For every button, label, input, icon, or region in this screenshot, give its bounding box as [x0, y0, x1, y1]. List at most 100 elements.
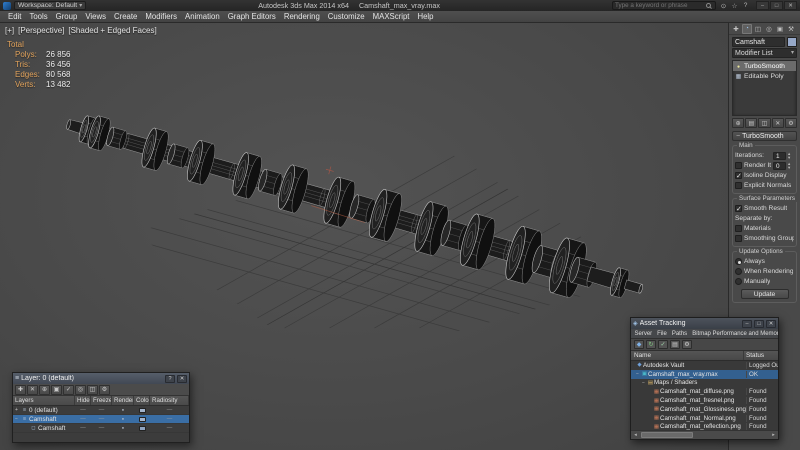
viewport-menu-shading[interactable]: [Shaded + Edged Faces] — [68, 26, 156, 35]
select-layer-objects-icon[interactable] — [51, 385, 62, 395]
maximize-button[interactable] — [754, 320, 764, 328]
create-tab-icon[interactable] — [731, 24, 741, 34]
search-icon[interactable] — [706, 3, 711, 8]
column-header-color[interactable]: Color — [134, 396, 150, 405]
viewport-menu-pov[interactable]: [Perspective] — [18, 26, 64, 35]
minimize-button[interactable] — [756, 1, 769, 10]
layer-color-swatch[interactable] — [139, 408, 146, 413]
menu-item[interactable]: Bitmap Performance and Memory — [690, 331, 778, 337]
iterations-field[interactable]: 1 — [773, 152, 786, 160]
menu-item[interactable]: MAXScript — [369, 11, 414, 23]
asset-row[interactable]: Maps / Shaders — [631, 379, 778, 388]
menu-item[interactable]: Rendering — [280, 11, 324, 23]
radiosity-toggle[interactable] — [150, 425, 189, 431]
asset-row[interactable]: Camshaft_mat_Normal.png Found — [631, 414, 778, 423]
hide-toggle[interactable] — [75, 407, 91, 413]
menu-item[interactable]: Paths — [669, 331, 689, 337]
favorites-star-icon[interactable] — [730, 1, 739, 10]
radiosity-toggle[interactable] — [150, 407, 189, 413]
display-tab-icon[interactable] — [775, 24, 785, 34]
when-rendering-radio[interactable] — [735, 268, 742, 275]
column-header-render[interactable]: Render — [112, 396, 134, 405]
column-header-layers[interactable]: Layers — [13, 396, 75, 405]
layer-row[interactable]: 0 (default) — [13, 406, 189, 415]
search-input[interactable] — [615, 2, 705, 9]
close-button[interactable] — [177, 375, 187, 383]
asset-row[interactable]: Autodesk Vault Logged Out — [631, 361, 778, 370]
expand-toggle[interactable] — [15, 416, 20, 422]
remove-modifier-icon[interactable] — [772, 118, 784, 128]
radiosity-toggle[interactable] — [150, 416, 189, 422]
iterations-spinner[interactable] — [788, 152, 794, 160]
hierarchy-tab-icon[interactable] — [753, 24, 763, 34]
asset-row[interactable]: Camshaft_mat_reflection.png Found — [631, 423, 778, 430]
color-cell[interactable] — [134, 408, 150, 413]
motion-tab-icon[interactable] — [764, 24, 774, 34]
hide-all-icon[interactable] — [87, 385, 98, 395]
make-unique-icon[interactable] — [758, 118, 770, 128]
scroll-left-icon[interactable] — [631, 431, 640, 440]
modifier-list-dropdown[interactable]: Modifier List — [732, 48, 797, 58]
menu-item[interactable]: Animation — [181, 11, 224, 23]
render-iters-field[interactable]: 0 — [773, 162, 786, 170]
column-header-hide[interactable]: Hide — [75, 396, 91, 405]
highlight-asset-icon[interactable] — [670, 340, 680, 349]
menu-item[interactable]: Views — [81, 11, 110, 23]
render-toggle[interactable] — [112, 416, 134, 422]
column-header-radiosity[interactable]: Radiosity — [150, 396, 189, 405]
menu-item[interactable]: File — [655, 331, 670, 337]
show-end-result-icon[interactable] — [745, 118, 757, 128]
turbosmooth-rollout-header[interactable]: TurboSmooth — [732, 131, 797, 141]
modify-tab-icon[interactable] — [742, 24, 752, 34]
delete-layer-icon[interactable] — [27, 385, 38, 395]
isoline-display-checkbox[interactable] — [735, 172, 742, 179]
scrollbar-thumb[interactable] — [641, 432, 693, 438]
column-header-freeze[interactable]: Freeze — [91, 396, 112, 405]
asset-row[interactable]: Camshaft_mat_diffuse.png Found — [631, 387, 778, 396]
set-current-layer-icon[interactable] — [63, 385, 74, 395]
layer-row[interactable]: Camshaft — [13, 424, 189, 433]
menu-item[interactable]: Modifiers — [141, 11, 181, 23]
object-name-field[interactable]: Camshaft — [732, 37, 785, 47]
close-button[interactable] — [766, 320, 776, 328]
menu-item[interactable]: Server — [632, 331, 655, 337]
smoothing-groups-checkbox[interactable] — [735, 235, 742, 242]
explicit-normals-checkbox[interactable] — [735, 182, 742, 189]
close-button[interactable] — [784, 1, 797, 10]
menu-item[interactable]: Customize — [324, 11, 369, 23]
color-cell[interactable] — [134, 417, 150, 422]
render-toggle[interactable] — [112, 407, 134, 413]
menu-item[interactable]: Graph Editors — [224, 11, 280, 23]
render-iters-checkbox[interactable] — [735, 162, 742, 169]
layer-manager-titlebar[interactable]: Layer: 0 (default) — [13, 373, 189, 384]
resolve-paths-icon[interactable] — [658, 340, 668, 349]
refresh-assets-icon[interactable] — [646, 340, 656, 349]
scroll-right-icon[interactable] — [769, 431, 778, 440]
vault-login-icon[interactable] — [634, 340, 644, 349]
menu-item[interactable]: Tools — [25, 11, 51, 23]
editable-poly-icon[interactable] — [735, 73, 742, 80]
update-button[interactable]: Update — [741, 289, 789, 299]
expand-toggle[interactable] — [15, 407, 20, 413]
workspace-dropdown[interactable]: Workspace: Default — [14, 1, 86, 10]
new-layer-icon[interactable] — [15, 385, 26, 395]
highlight-layer-icon[interactable] — [75, 385, 86, 395]
object-color-swatch[interactable] — [787, 37, 797, 47]
modifier-stack-item[interactable]: Editable Poly — [733, 71, 796, 81]
materials-checkbox[interactable] — [735, 225, 742, 232]
hide-toggle[interactable] — [75, 416, 91, 422]
asset-row[interactable]: Camshaft_mat_Glossiness.png Found — [631, 405, 778, 414]
column-header-status[interactable]: Status — [744, 351, 778, 360]
asset-tracking-titlebar[interactable]: Asset Tracking — [631, 318, 778, 329]
menu-item[interactable]: Create — [110, 11, 141, 23]
smooth-result-checkbox[interactable] — [735, 205, 742, 212]
menu-item[interactable]: Help — [413, 11, 437, 23]
manually-radio[interactable] — [735, 278, 742, 285]
menu-item[interactable]: Group — [52, 11, 82, 23]
viewport-menu-general[interactable]: [+] — [5, 26, 14, 35]
add-to-layer-icon[interactable] — [39, 385, 50, 395]
layer-color-swatch[interactable] — [139, 426, 146, 431]
render-iters-spinner[interactable] — [788, 162, 794, 170]
color-cell[interactable] — [134, 426, 150, 431]
column-header-name[interactable]: Name — [631, 351, 744, 360]
